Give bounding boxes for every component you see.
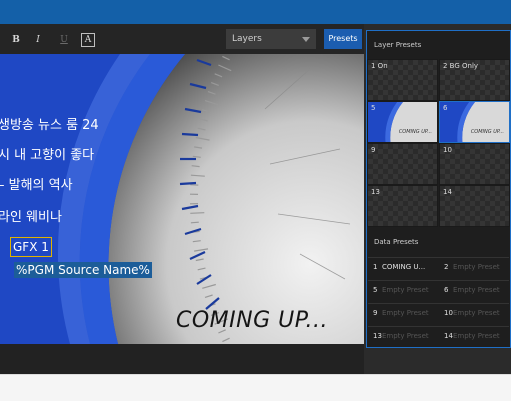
layer-preset-label: 2 BG Only [443,62,478,70]
data-preset-item[interactable]: 1COMING U... [368,258,438,277]
layer-preset-cell[interactable]: 5 COMING UP... [367,101,438,143]
data-preset-item[interactable]: 6Empty Preset [439,281,509,300]
thumbnail-text: COMING UP... [399,129,432,135]
thumbnail-text: COMING UP... [471,129,504,135]
preset-thumbnail [440,102,509,142]
canvas-footer-strip [0,344,364,374]
data-preset-number: 1 [373,258,382,277]
underline-button[interactable]: U [56,32,72,48]
layer-preset-cell[interactable]: 6 COMING UP... [439,101,510,143]
data-preset-name: Empty Preset [453,332,500,340]
data-preset-name: Empty Preset [453,263,500,271]
data-preset-number: 9 [373,304,382,323]
layer-preset-label: 13 [371,188,380,196]
layer-preset-cell[interactable]: 14 [439,185,510,227]
headline-line-3: – 발해의 역사 [0,174,73,193]
data-preset-number: 6 [444,281,453,300]
layer-preset-label: 5 [371,104,375,112]
data-preset-name: Empty Preset [382,309,429,317]
layer-preset-label: 1 On [371,62,388,70]
bold-button[interactable]: B [8,32,24,48]
data-preset-number: 13 [373,327,382,346]
layer-presets-title: Layer Presets [374,41,421,49]
headline-line-4: 라인 웨비나 [0,206,62,225]
layer-preset-cell[interactable]: 10 [439,143,510,185]
data-preset-item[interactable]: 14Empty Preset [439,327,509,346]
chevron-down-icon [302,37,310,42]
presets-panel: Layer Presets 1 On 2 BG Only 5 COMING UP… [366,30,511,348]
coming-up-text[interactable]: COMING UP... [176,308,328,333]
italic-button[interactable]: I [30,32,46,48]
layer-preset-label: 9 [371,146,375,154]
data-preset-item[interactable]: 5Empty Preset [368,281,438,300]
data-preset-name: Empty Preset [382,286,429,294]
layer-preset-cell[interactable]: 9 [367,143,438,185]
data-preset-number: 2 [444,258,453,277]
data-presets-title: Data Presets [374,238,418,246]
pgm-source-text-layer[interactable]: %PGM Source Name% [14,262,152,278]
layer-preset-cell[interactable]: 13 [367,185,438,227]
presets-button[interactable]: Presets [324,29,362,49]
data-preset-item[interactable]: 9Empty Preset [368,304,438,323]
data-preset-name: Empty Preset [453,309,500,317]
data-preset-name: COMING U... [382,263,425,271]
workspace: B I U A Layers Presets [0,24,511,374]
layer-preset-label: 6 [443,104,447,112]
status-footer [0,374,511,401]
data-preset-item[interactable]: 13Empty Preset [368,327,438,346]
gfx-text-layer[interactable]: GFX 1 [10,237,52,257]
graphics-canvas[interactable]: 생방송 뉴스 룸 24 시 내 고향이 좋다 – 발해의 역사 라인 웨비나 G… [0,54,364,344]
dial-tick [191,222,199,223]
data-preset-name: Empty Preset [453,286,500,294]
preset-thumbnail [368,102,437,142]
data-preset-row: 13Empty Preset 14Empty Preset [368,326,509,346]
data-preset-name: Empty Preset [382,332,429,340]
layer-preset-cell[interactable]: 1 On [367,59,438,101]
layer-preset-cell[interactable]: 2 BG Only [439,59,510,101]
layers-select-value: Layers [232,34,262,44]
layer-preset-label: 10 [443,146,452,154]
data-preset-item[interactable]: 10Empty Preset [439,304,509,323]
headline-line-2: 시 내 고향이 좋다 [0,144,94,163]
dial-tick [190,213,204,214]
top-bar [0,0,511,24]
text-toolbar: B I U A Layers Presets [0,24,364,56]
layers-select[interactable]: Layers [226,29,316,49]
data-preset-number: 5 [373,281,382,300]
data-preset-row: 5Empty Preset 6Empty Preset [368,280,509,300]
layer-preset-label: 14 [443,188,452,196]
headline-line-1: 생방송 뉴스 룸 24 [0,114,99,133]
data-preset-row: 9Empty Preset 10Empty Preset [368,303,509,323]
data-preset-item[interactable]: 2Empty Preset [439,258,509,277]
data-preset-number: 10 [444,304,453,323]
canvas-background [0,54,364,344]
data-preset-row: 1COMING U... 2Empty Preset [368,257,509,277]
text-box-button[interactable]: A [81,33,95,47]
data-preset-number: 14 [444,327,453,346]
